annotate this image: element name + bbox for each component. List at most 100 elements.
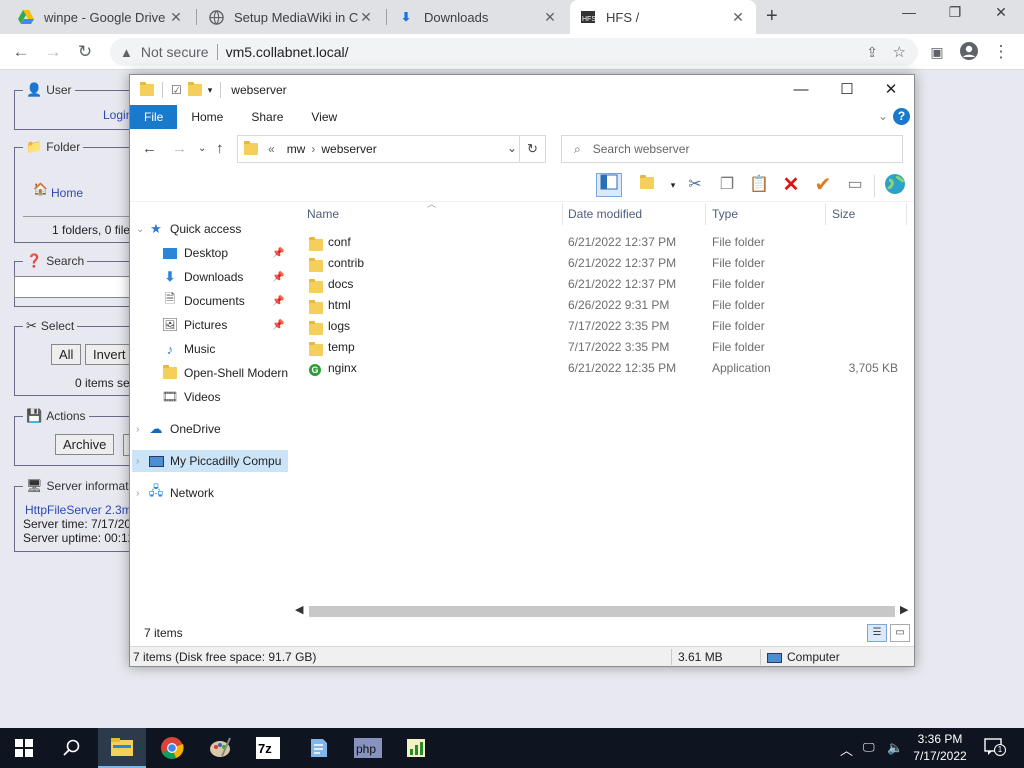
paste-icon[interactable]: 📋 bbox=[746, 173, 772, 197]
file-row-nginx[interactable]: G nginx 6/21/2022 12:35 PM Application 3,70… bbox=[297, 358, 914, 379]
server-link[interactable]: HttpFileServer 2.3m bbox=[25, 503, 132, 517]
expand-ribbon-icon[interactable]: ⌄ bbox=[878, 109, 888, 123]
copy-icon[interactable]: ❐ bbox=[714, 173, 740, 197]
new-tab-icon[interactable]: + bbox=[766, 5, 778, 28]
nav-videos[interactable]: 🎞 Videos bbox=[162, 386, 221, 408]
minimize-icon[interactable]: — bbox=[886, 4, 932, 20]
volume-icon[interactable]: 🔈 bbox=[887, 740, 903, 756]
close-icon[interactable]: ✕ bbox=[868, 75, 914, 105]
refresh-icon[interactable]: ↻ bbox=[519, 136, 545, 162]
file-row-temp[interactable]: temp 7/17/2022 3:35 PM File folder bbox=[297, 337, 914, 358]
help-icon[interactable]: ? bbox=[893, 108, 910, 125]
large-icons-view-icon[interactable]: ▭ bbox=[890, 624, 910, 642]
file-row-logs[interactable]: logs 7/17/2022 3:35 PM File folder bbox=[297, 316, 914, 337]
breadcrumb-separator-icon[interactable]: › bbox=[311, 142, 315, 156]
properties-icon[interactable]: ☑ bbox=[171, 83, 182, 97]
recent-locations-icon[interactable]: ⌄ bbox=[198, 143, 206, 154]
bookmark-star-icon[interactable]: ☆ bbox=[893, 43, 906, 61]
nav-onedrive[interactable]: › ☁ OneDrive bbox=[136, 418, 221, 440]
file-row-docs[interactable]: docs 6/21/2022 12:37 PM File folder bbox=[297, 274, 914, 295]
side-panel-icon[interactable]: ▣ bbox=[926, 41, 948, 63]
file-explorer-icon[interactable] bbox=[98, 728, 146, 768]
spreadsheet-icon[interactable] bbox=[392, 728, 440, 768]
rename-icon[interactable]: ▭ bbox=[842, 173, 868, 197]
tab-view[interactable]: View bbox=[297, 105, 351, 129]
column-divider[interactable] bbox=[705, 203, 706, 225]
home-link[interactable]: Home bbox=[51, 186, 83, 200]
scrollbar-thumb[interactable] bbox=[309, 606, 895, 617]
up-icon[interactable]: ↑ bbox=[216, 140, 224, 157]
nav-this-pc[interactable]: › My Piccadilly Compu bbox=[132, 450, 288, 472]
nav-documents[interactable]: 🗎 Documents 📌 bbox=[162, 290, 288, 312]
column-divider[interactable] bbox=[906, 203, 907, 225]
column-divider[interactable] bbox=[562, 203, 563, 225]
file-row-html[interactable]: html 6/26/2022 9:31 PM File folder bbox=[297, 295, 914, 316]
tab-share[interactable]: Share bbox=[237, 105, 297, 129]
close-icon[interactable]: ✕ bbox=[542, 9, 558, 26]
warning-icon[interactable]: ▲ bbox=[120, 45, 133, 60]
clock[interactable]: 3:36 PM 7/17/2022 bbox=[912, 731, 968, 765]
hfs-search-input[interactable] bbox=[14, 276, 134, 298]
nav-music[interactable]: ♪ Music bbox=[162, 338, 216, 360]
customize-toolbar-icon[interactable]: ▾ bbox=[208, 85, 213, 96]
select-all-button[interactable]: All bbox=[51, 344, 82, 365]
search-box[interactable]: ⌕ Search webserver bbox=[561, 135, 903, 163]
address-dropdown-icon[interactable]: ⌄ bbox=[507, 141, 517, 155]
tab-hfs[interactable]: HFS HFS / ✕ bbox=[570, 0, 756, 34]
7zip-icon[interactable]: 7z bbox=[244, 728, 292, 768]
checkmark-icon[interactable]: ✔ bbox=[810, 173, 836, 197]
archive-button[interactable]: Archive bbox=[55, 434, 115, 455]
scroll-right-icon[interactable]: ▶ bbox=[900, 603, 908, 616]
cut-icon[interactable]: ✂ bbox=[682, 173, 708, 197]
new-folder-icon[interactable] bbox=[187, 82, 202, 96]
close-icon[interactable]: ✕ bbox=[730, 9, 746, 26]
nav-pictures[interactable]: 🖼 Pictures 📌 bbox=[162, 314, 288, 336]
nav-network[interactable]: › 🖧 Network bbox=[136, 482, 214, 504]
notepad-icon[interactable] bbox=[294, 728, 342, 768]
expand-icon[interactable]: › bbox=[136, 424, 139, 435]
nav-open-shell-modern[interactable]: Open-Shell Modern bbox=[162, 362, 288, 384]
forward-icon[interactable]: → bbox=[172, 140, 187, 157]
tab-file[interactable]: File bbox=[130, 105, 178, 129]
column-type[interactable]: Type bbox=[712, 201, 738, 227]
minimize-icon[interactable]: — bbox=[778, 75, 824, 105]
restore-icon[interactable]: ❐ bbox=[932, 4, 978, 21]
address-bar[interactable]: ▲ Not secure vm5.collabnet.local/ ⇪ ☆ bbox=[110, 38, 918, 66]
column-size[interactable]: Size bbox=[832, 201, 855, 227]
new-folder-icon[interactable] bbox=[634, 173, 660, 197]
paint-icon[interactable] bbox=[196, 728, 244, 768]
close-icon[interactable]: ✕ bbox=[358, 9, 374, 26]
tab-home[interactable]: Home bbox=[177, 105, 237, 129]
pin-icon[interactable]: 📌 bbox=[272, 248, 284, 259]
show-hidden-icons[interactable]: ︿ bbox=[840, 740, 853, 759]
menu-icon[interactable]: ⋮ bbox=[990, 41, 1012, 63]
delete-icon[interactable]: ✕ bbox=[778, 173, 804, 197]
tab-downloads[interactable]: ⬇ Downloads ✕ bbox=[388, 0, 568, 34]
search-icon[interactable] bbox=[48, 728, 96, 768]
php-icon[interactable]: php bbox=[344, 728, 392, 768]
column-divider[interactable] bbox=[825, 203, 826, 225]
notifications-icon[interactable]: 1 bbox=[984, 738, 1006, 759]
collapse-icon[interactable]: ⌄ bbox=[136, 224, 144, 235]
scroll-left-icon[interactable]: ◀ bbox=[295, 603, 303, 616]
path-overflow[interactable]: « bbox=[268, 142, 275, 156]
nav-desktop[interactable]: Desktop 📌 bbox=[162, 242, 288, 264]
invert-button[interactable]: Invert bbox=[85, 344, 134, 365]
pin-icon[interactable]: 📌 bbox=[272, 296, 284, 307]
network-status-icon[interactable]: 🖵 bbox=[863, 740, 875, 755]
close-window-icon[interactable]: ✕ bbox=[978, 4, 1024, 21]
expand-icon[interactable]: › bbox=[136, 456, 139, 467]
tab-google-drive[interactable]: winpe - Google Drive ✕ bbox=[8, 0, 194, 34]
globe-icon[interactable] bbox=[882, 173, 908, 197]
forward-icon[interactable]: → bbox=[42, 41, 64, 63]
maximize-icon[interactable]: ☐ bbox=[824, 75, 870, 105]
breadcrumb-mw[interactable]: mw bbox=[287, 142, 306, 156]
file-row-conf[interactable]: conf 6/21/2022 12:37 PM File folder bbox=[297, 232, 914, 253]
preview-pane-icon[interactable] bbox=[596, 173, 622, 197]
pin-icon[interactable]: 📌 bbox=[272, 272, 284, 283]
pin-icon[interactable]: 📌 bbox=[272, 320, 284, 331]
expand-icon[interactable]: › bbox=[136, 488, 139, 499]
chrome-icon[interactable] bbox=[148, 728, 196, 768]
start-button[interactable] bbox=[0, 728, 48, 768]
reload-icon[interactable]: ↻ bbox=[74, 41, 96, 63]
